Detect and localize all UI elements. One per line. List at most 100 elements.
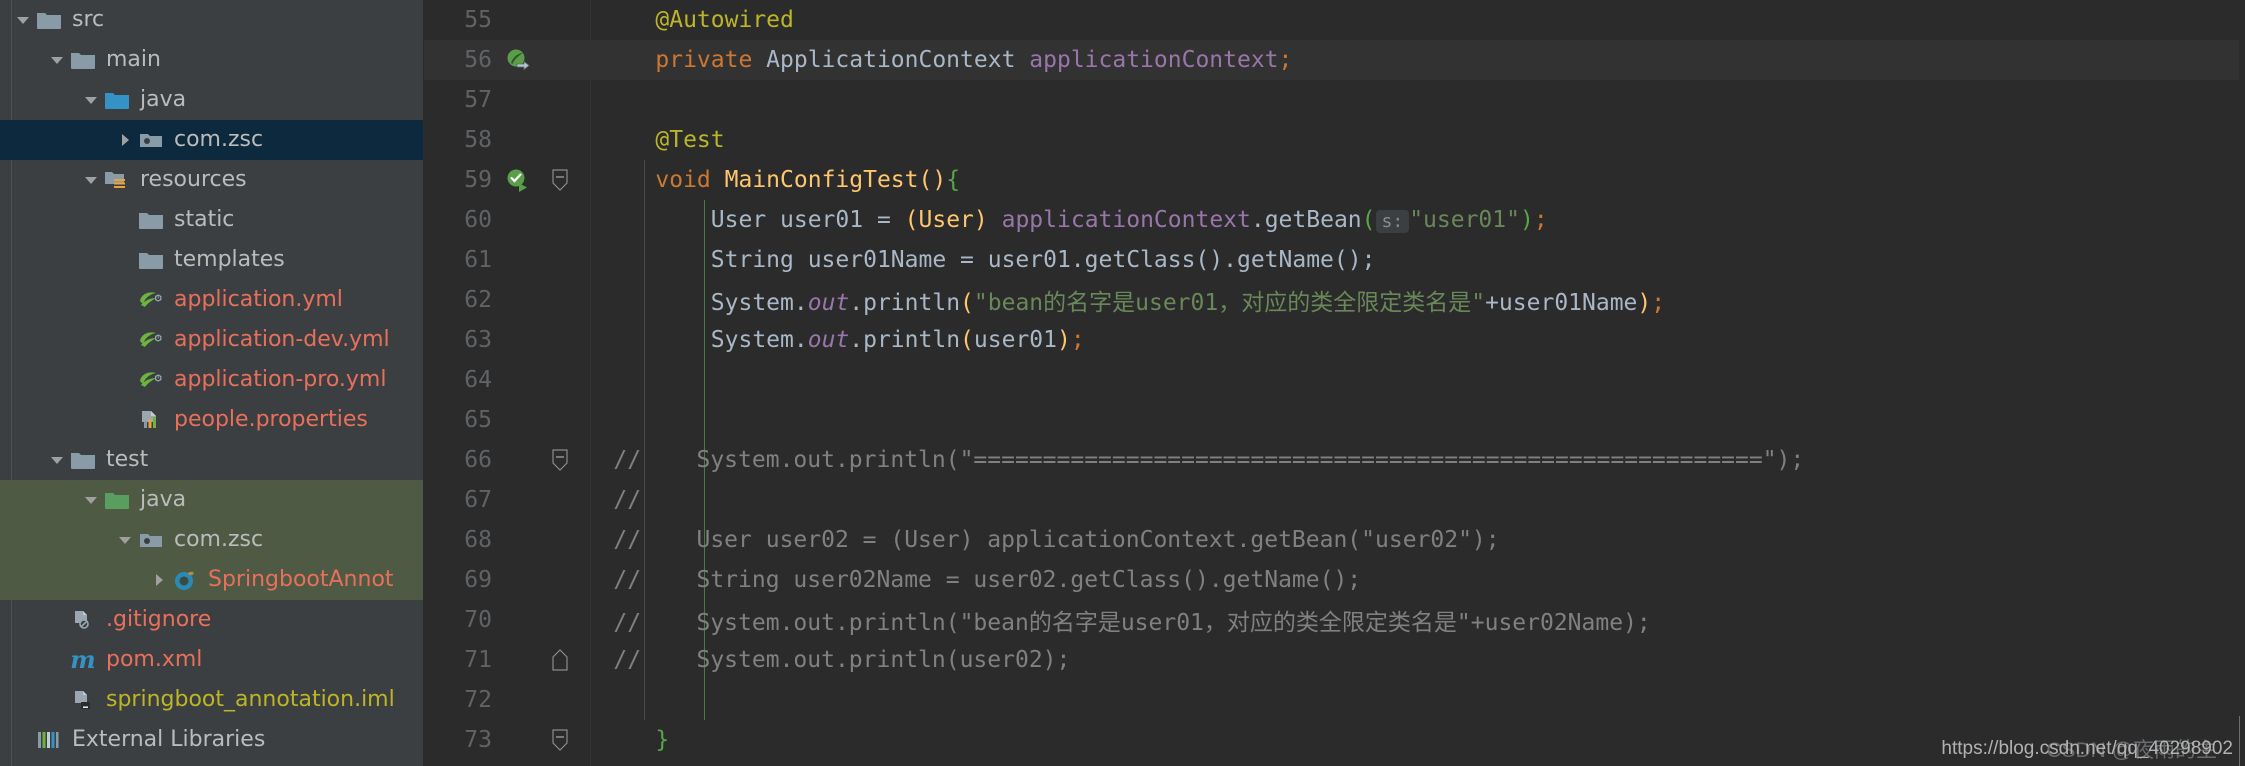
editor-line[interactable]: 61 String user01Name = user01.getClass()…	[424, 240, 2245, 280]
tree-item-src[interactable]: src	[0, 0, 423, 40]
fold-collapse-icon[interactable]	[540, 728, 580, 752]
chevron-down-icon[interactable]	[80, 160, 102, 200]
editor-line[interactable]: 73 }	[424, 720, 2245, 760]
fold-collapse-icon[interactable]	[540, 168, 580, 192]
tree-item-templates[interactable]: templates	[0, 240, 423, 280]
editor-gutter[interactable]: 71	[424, 640, 590, 680]
editor-line[interactable]: 64	[424, 360, 2245, 400]
code-token: applicationContext	[1029, 47, 1279, 73]
editor-gutter[interactable]: 73	[424, 720, 590, 760]
editor-gutter[interactable]: 72	[424, 680, 590, 720]
tree-arrow-placeholder	[46, 680, 68, 720]
code-text: // System.out.println("=================…	[548, 447, 1804, 473]
editor-line[interactable]: 55 @Autowired	[424, 0, 2245, 40]
line-number: 63	[464, 327, 492, 353]
code-token: applicationContext	[1001, 207, 1251, 233]
tree-item-com-zsc[interactable]: com.zsc	[0, 520, 423, 560]
tree-item-external-libraries[interactable]: External Libraries	[0, 720, 423, 760]
folder-grey-icon	[34, 0, 64, 40]
package-icon	[136, 120, 166, 160]
line-number: 66	[464, 447, 492, 473]
chevron-right-icon[interactable]	[148, 560, 170, 600]
editor-line[interactable]: 72	[424, 680, 2245, 720]
editor-gutter[interactable]: 69	[424, 560, 590, 600]
tree-item-label: application-dev.yml	[174, 327, 390, 352]
tree-item-label: application.yml	[174, 287, 343, 312]
line-number: 59	[464, 167, 492, 193]
line-number: 58	[464, 127, 492, 153]
chevron-down-icon[interactable]	[46, 440, 68, 480]
editor-gutter[interactable]: 55	[424, 0, 590, 40]
editor-line[interactable]: 59 void MainConfigTest(){	[424, 160, 2245, 200]
editor-gutter[interactable]: 62	[424, 280, 590, 320]
code-editor[interactable]: 55 @Autowired 56 private ApplicationConte…	[424, 0, 2245, 766]
editor-gutter[interactable]: 59	[424, 160, 590, 200]
editor-gutter[interactable]: 70	[424, 600, 590, 640]
editor-marker-strip[interactable]	[2239, 0, 2245, 766]
tree-item-application-pro-yml[interactable]: application-pro.yml	[0, 360, 423, 400]
chevron-down-icon[interactable]	[80, 80, 102, 120]
bean-arrow-icon[interactable]	[496, 47, 540, 73]
editor-gutter[interactable]: 57	[424, 80, 590, 120]
editor-gutter[interactable]: 65	[424, 400, 590, 440]
tree-item-pom-xml[interactable]: m pom.xml	[0, 640, 423, 680]
chevron-down-icon[interactable]	[80, 480, 102, 520]
code-token: ;	[1278, 47, 1293, 73]
tree-item-resources[interactable]: resources	[0, 160, 423, 200]
editor-gutter[interactable]: 64	[424, 360, 590, 400]
editor-gutter[interactable]: 58	[424, 120, 590, 160]
tree-item-static[interactable]: static	[0, 200, 423, 240]
tree-item-test[interactable]: test	[0, 440, 423, 480]
tree-arrow-placeholder	[12, 720, 34, 760]
tree-item-java[interactable]: java	[0, 80, 423, 120]
chevron-down-icon[interactable]	[12, 0, 34, 40]
tree-item-java[interactable]: java	[0, 480, 423, 520]
code-text: @Test	[590, 127, 724, 153]
editor-line[interactable]: 62 System.out.println("bean的名字是user01，对应…	[424, 280, 2245, 320]
spring-yml-icon	[136, 280, 166, 320]
editor-gutter[interactable]: 67	[424, 480, 590, 520]
editor-gutter[interactable]: 56	[424, 40, 590, 80]
tree-item-people-properties[interactable]: people.properties	[0, 400, 423, 440]
tree-item-springboot-annotation-iml[interactable]: springboot_annotation.iml	[0, 680, 423, 720]
editor-line[interactable]: 63 System.out.println(user01);	[424, 320, 2245, 360]
chevron-right-icon[interactable]	[114, 120, 136, 160]
tree-item-application-yml[interactable]: application.yml	[0, 280, 423, 320]
editor-gutter[interactable]: 68	[424, 520, 590, 560]
code-token: +user01Name	[1485, 290, 1638, 316]
editor-gutter[interactable]: 61	[424, 240, 590, 280]
line-number: 60	[464, 207, 492, 233]
editor-line[interactable]: 67 //	[424, 480, 2245, 520]
editor-line[interactable]: 60 User user01 = (User) applicationConte…	[424, 200, 2245, 240]
editor-line[interactable]: 70 // System.out.println("bean的名字是user01…	[424, 600, 2245, 640]
chevron-down-icon[interactable]	[46, 40, 68, 80]
editor-line[interactable]: 71 // System.out.println(user02);	[424, 640, 2245, 680]
tree-item-label: com.zsc	[174, 527, 264, 552]
editor-line[interactable]: 57	[424, 80, 2245, 120]
editor-line[interactable]: 66 // System.out.println("==============…	[424, 440, 2245, 480]
fold-collapse-icon[interactable]	[540, 448, 580, 472]
project-tree-panel[interactable]: src main java com.zsc resources static templat…	[0, 0, 424, 766]
editor-line[interactable]: 68 // User user02 = (User) applicationCo…	[424, 520, 2245, 560]
editor-line[interactable]: 56 private ApplicationContext applicatio…	[424, 40, 2245, 80]
folder-grey-icon	[68, 40, 98, 80]
tree-item-springbootannot[interactable]: SpringbootAnnot	[0, 560, 423, 600]
editor-line[interactable]: 69 // String user02Name = user02.getClas…	[424, 560, 2245, 600]
chevron-down-icon[interactable]	[114, 520, 136, 560]
run-test-icon[interactable]	[496, 167, 540, 193]
code-token: out	[807, 290, 850, 316]
editor-line[interactable]: 58 @Test	[424, 120, 2245, 160]
editor-gutter[interactable]: 63	[424, 320, 590, 360]
editor-gutter[interactable]: 66	[424, 440, 590, 480]
tree-arrow-placeholder	[114, 360, 136, 400]
fold-end-icon[interactable]	[540, 648, 580, 672]
line-number: 62	[464, 287, 492, 313]
editor-gutter[interactable]: 60	[424, 200, 590, 240]
tree-item-main[interactable]: main	[0, 40, 423, 80]
line-number: 71	[464, 647, 492, 673]
tree-item-application-dev-yml[interactable]: application-dev.yml	[0, 320, 423, 360]
tree-item-gitignore[interactable]: .gitignore	[0, 600, 423, 640]
editor-line[interactable]: 65	[424, 400, 2245, 440]
tree-item-com-zsc[interactable]: com.zsc	[0, 120, 423, 160]
